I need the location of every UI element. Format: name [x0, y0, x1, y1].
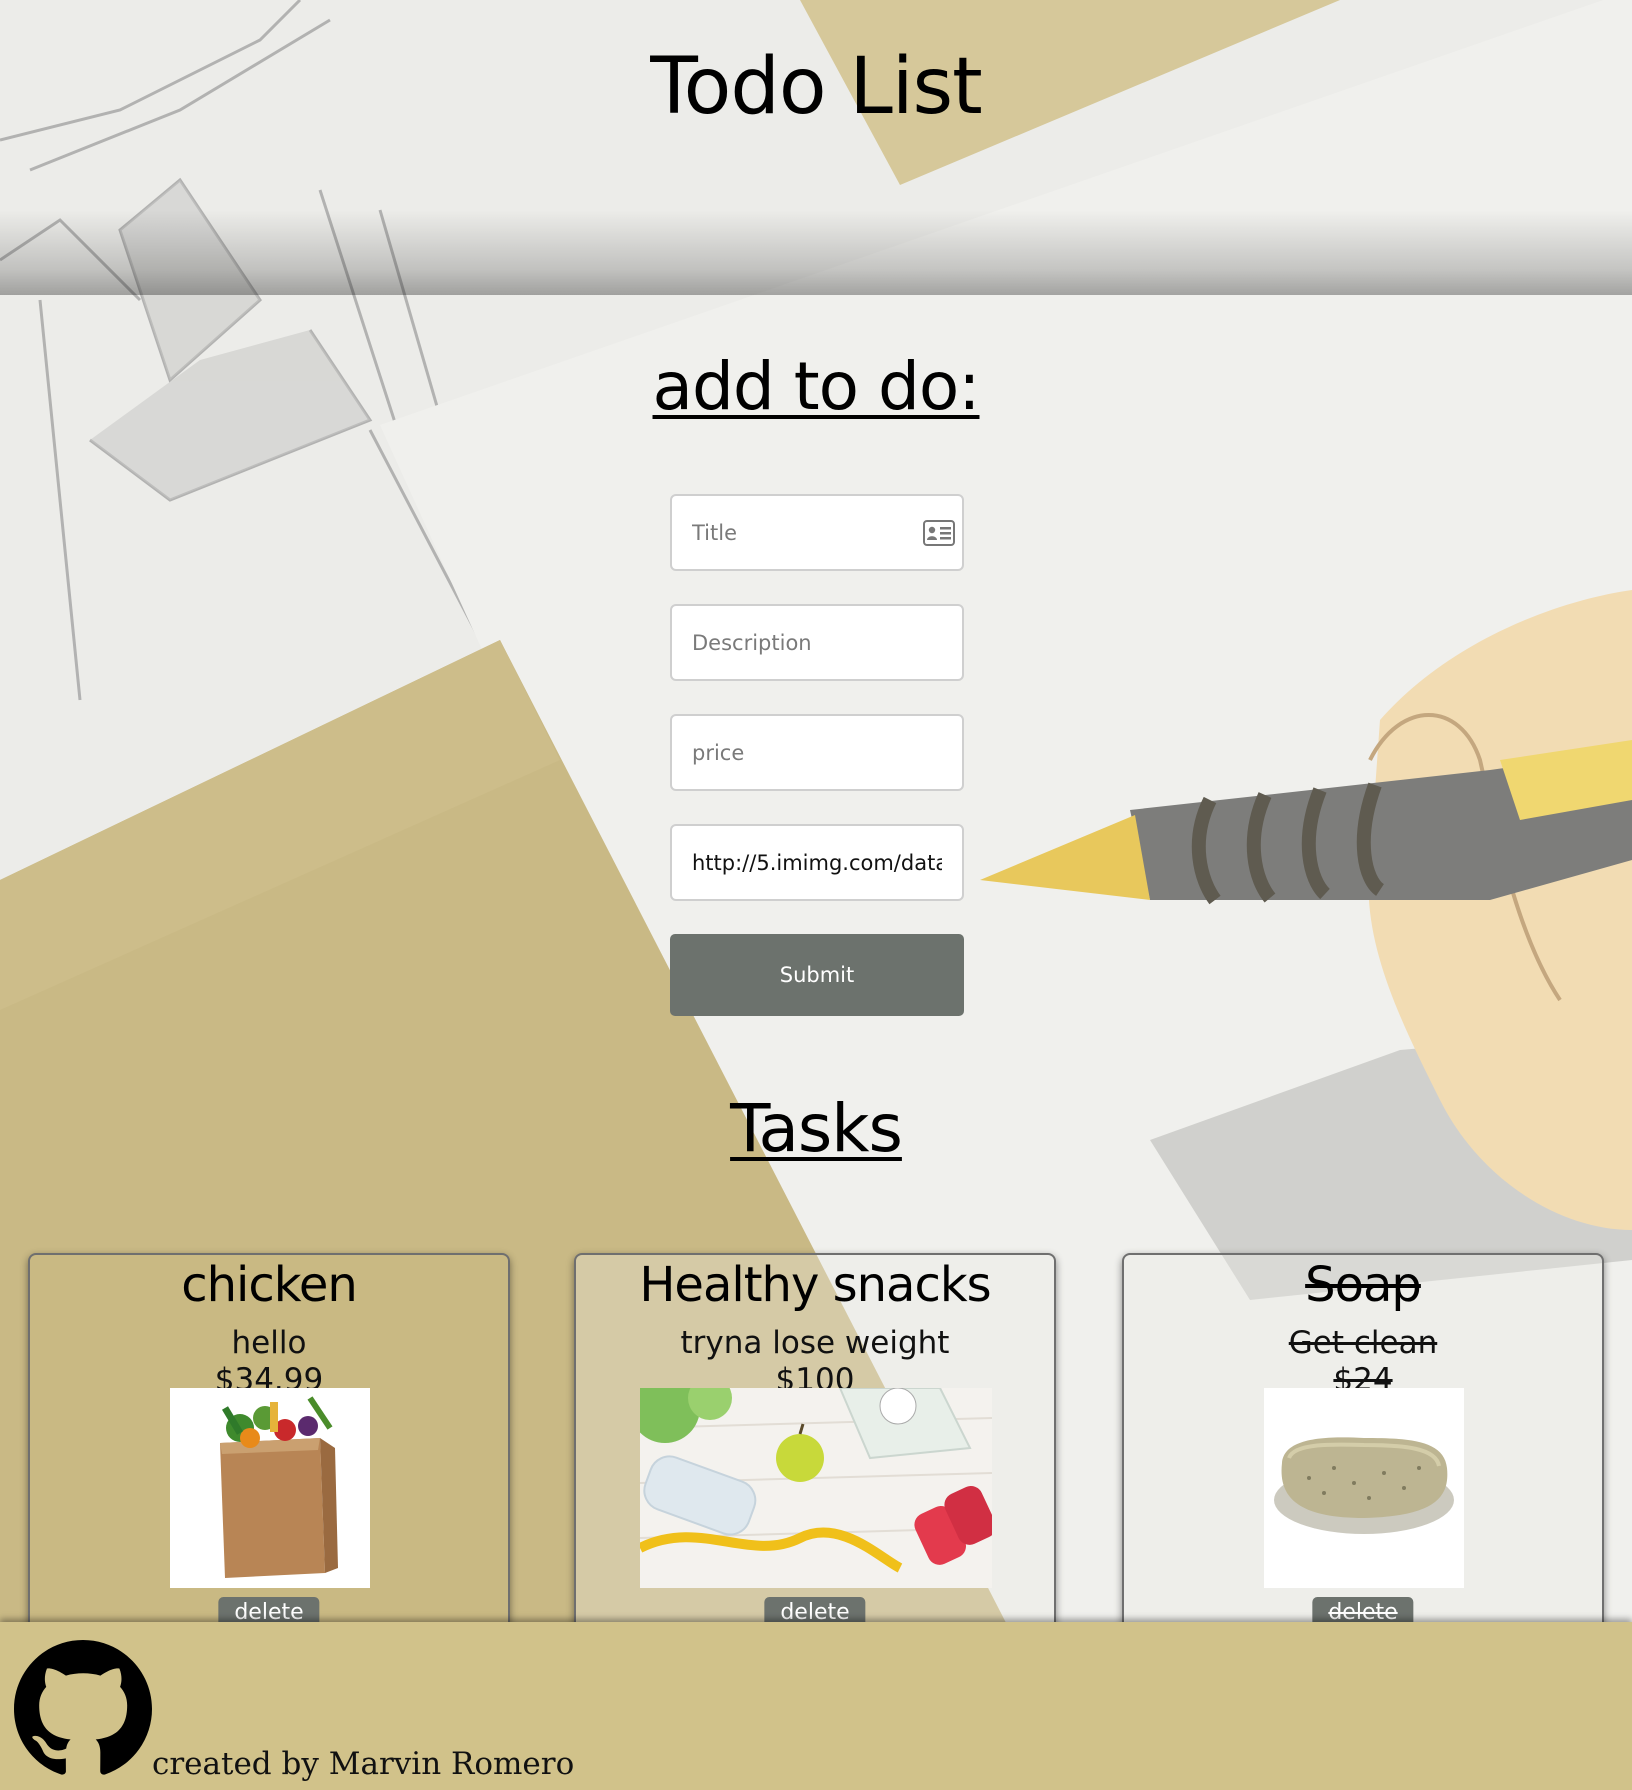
description-input[interactable] [670, 604, 964, 681]
task-title: Soap [1305, 1257, 1422, 1313]
footer: created by Marvin Romero [0, 1622, 1632, 1790]
task-title: chicken [181, 1257, 358, 1313]
grocery-bag-image [170, 1388, 370, 1588]
contact-card-icon[interactable] [923, 520, 955, 546]
header-shadow [0, 210, 1632, 295]
fitness-items-image [640, 1388, 992, 1588]
task-card: Healthy snacks tryna lose weight $100 de… [574, 1253, 1056, 1633]
task-description: tryna lose weight [680, 1325, 950, 1361]
github-icon[interactable] [14, 1640, 152, 1778]
footer-credit: created by Marvin Romero [152, 1746, 575, 1782]
add-todo-heading: add to do: [652, 348, 981, 425]
task-card: Soap Get clean $24 delete [1122, 1253, 1604, 1633]
task-description: Get clean [1288, 1325, 1438, 1361]
image-url-input[interactable] [670, 824, 964, 901]
soap-bar-image [1264, 1388, 1464, 1588]
price-input[interactable] [670, 714, 964, 791]
title-input[interactable] [670, 494, 964, 571]
task-description: hello [231, 1325, 307, 1361]
submit-button[interactable]: Submit [670, 934, 964, 1016]
task-card: chicken hello $34.99 delete [28, 1253, 510, 1633]
page-title: Todo List [650, 42, 983, 132]
tasks-heading: Tasks [730, 1090, 903, 1167]
task-title: Healthy snacks [639, 1257, 991, 1313]
